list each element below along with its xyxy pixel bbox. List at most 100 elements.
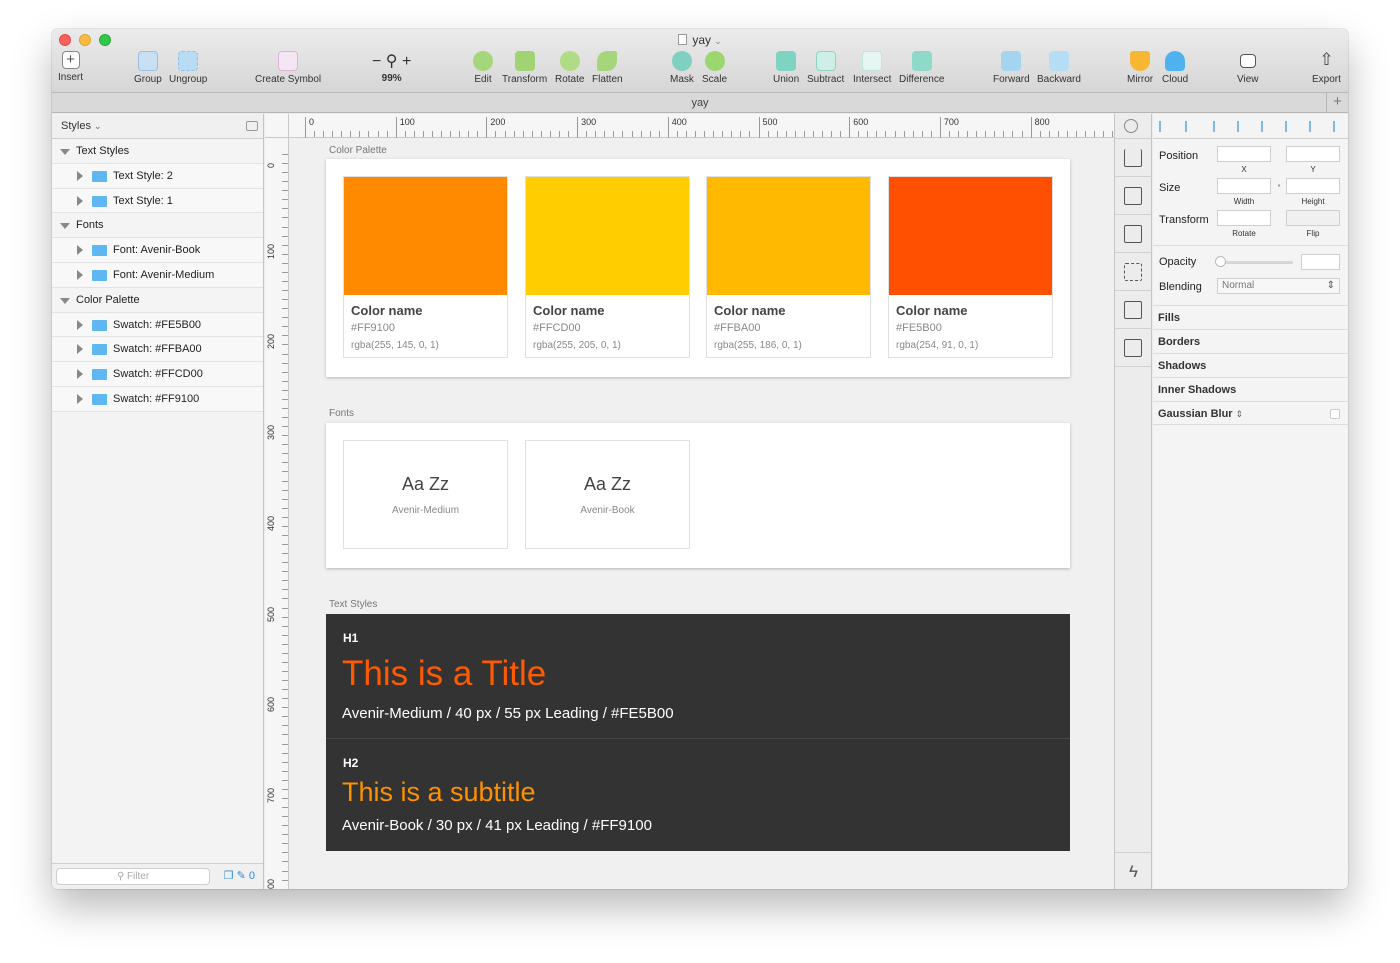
sidebar-header[interactable]: Styles ⌄ bbox=[52, 114, 263, 139]
mirror-button[interactable]: Mirror bbox=[1127, 51, 1153, 85]
swatch-card[interactable]: Color name #FF9100 rgba(255, 145, 0, 1) bbox=[343, 176, 508, 358]
align-left-icon[interactable] bbox=[1159, 121, 1170, 132]
ruler-tick bbox=[282, 680, 288, 682]
list-icon[interactable] bbox=[1115, 216, 1152, 253]
swatch-card[interactable]: Color name #FE5B00 rgba(254, 91, 0, 1) bbox=[888, 176, 1053, 358]
shadows-section[interactable]: Shadows bbox=[1153, 353, 1348, 377]
artboard-label-text-styles[interactable]: Text Styles bbox=[329, 599, 377, 610]
artboard-text-styles[interactable]: H1 This is a Title Avenir-Medium / 40 px… bbox=[326, 614, 1070, 851]
canvas[interactable]: 0 100 200 300 400 500 600 700 800 0 100 200 300 400 5… bbox=[265, 114, 1114, 889]
collapse-icon[interactable] bbox=[246, 121, 258, 131]
resize-icon[interactable] bbox=[1115, 292, 1152, 329]
opacity-slider-handle[interactable] bbox=[1215, 256, 1226, 267]
gaussian-blur-section[interactable]: Gaussian Blur ⇕ bbox=[1153, 401, 1348, 425]
group-button[interactable]: Group bbox=[134, 51, 162, 85]
mask-button[interactable]: Mask bbox=[670, 51, 694, 85]
edit-button[interactable]: Edit bbox=[473, 51, 493, 85]
sidebar-item[interactable]: Font: Avenir-Book bbox=[52, 238, 263, 263]
flatten-button[interactable]: Flatten bbox=[592, 51, 623, 85]
color-picker-icon[interactable] bbox=[1115, 114, 1152, 139]
artboard-color-palette[interactable]: Color name #FF9100 rgba(255, 145, 0, 1) … bbox=[326, 159, 1070, 377]
subtract-button[interactable]: Subtract bbox=[807, 51, 844, 85]
ruler-tick bbox=[558, 131, 560, 137]
filter-input[interactable]: ⚲ Filter bbox=[56, 868, 210, 885]
flip-buttons[interactable] bbox=[1286, 210, 1340, 226]
ruler-number: 200 bbox=[266, 334, 276, 350]
zoom-control[interactable]: − ⚲ + 99% bbox=[372, 53, 411, 84]
align-bottom-icon[interactable] bbox=[1285, 121, 1296, 132]
styles-sidebar: Styles ⌄ Text Styles Text Style: 2 Text … bbox=[52, 114, 264, 889]
grid-icon[interactable] bbox=[1115, 254, 1152, 291]
align-center-icon[interactable] bbox=[1185, 121, 1196, 132]
fills-section[interactable]: Fills bbox=[1153, 305, 1348, 329]
share-icon[interactable] bbox=[1115, 140, 1152, 177]
sidebar-group-color-palette[interactable]: Color Palette bbox=[52, 287, 263, 313]
y-field[interactable] bbox=[1286, 146, 1340, 162]
export-button[interactable]: ⇧ Export bbox=[1312, 51, 1341, 86]
height-field[interactable] bbox=[1286, 178, 1340, 194]
add-image-icon[interactable] bbox=[1115, 330, 1152, 367]
sidebar-group-fonts[interactable]: Fonts bbox=[52, 213, 263, 239]
width-field[interactable] bbox=[1217, 178, 1271, 194]
artboard-label-color-palette[interactable]: Color Palette bbox=[329, 145, 387, 156]
ruler-tick bbox=[1003, 131, 1005, 137]
opacity-field[interactable] bbox=[1301, 254, 1340, 270]
new-tab-button[interactable]: + bbox=[1326, 93, 1348, 112]
symbols-count[interactable]: ❐ ✎ 0 bbox=[224, 869, 255, 882]
layers-icon[interactable] bbox=[1115, 178, 1152, 215]
scale-button[interactable]: Scale bbox=[702, 51, 727, 85]
rotate-button[interactable]: Rotate bbox=[555, 51, 584, 85]
vertical-ruler[interactable]: 0 100 200 300 400 500 600 700 800 bbox=[265, 138, 289, 889]
blending-select[interactable]: Normal ⇕ bbox=[1217, 278, 1340, 294]
sidebar-item[interactable]: Swatch: #FE5B00 bbox=[52, 312, 263, 338]
view-button[interactable]: View bbox=[1237, 51, 1259, 85]
document-title[interactable]: yay ⌄ bbox=[52, 33, 1348, 47]
gaussian-blur-checkbox[interactable] bbox=[1330, 409, 1340, 419]
ruler-tick bbox=[885, 131, 887, 137]
align-right-icon[interactable] bbox=[1261, 121, 1272, 132]
artboard-fonts[interactable]: Aa Zz Avenir-Medium Aa Zz Avenir-Book bbox=[326, 423, 1070, 568]
ruler-number: 0 bbox=[305, 117, 314, 138]
union-button[interactable]: Union bbox=[773, 51, 799, 85]
lightning-icon[interactable]: ϟ bbox=[1115, 852, 1152, 889]
ruler-tick bbox=[1103, 131, 1105, 137]
inner-shadows-section[interactable]: Inner Shadows bbox=[1153, 377, 1348, 401]
ruler-tick bbox=[921, 131, 923, 137]
cloud-button[interactable]: Cloud bbox=[1162, 51, 1188, 85]
transform-button[interactable]: Transform bbox=[502, 51, 547, 85]
ruler-tick bbox=[282, 181, 288, 183]
borders-section[interactable]: Borders bbox=[1153, 329, 1348, 353]
intersect-button[interactable]: Intersect bbox=[853, 51, 891, 85]
sidebar-item[interactable]: Text Style: 2 bbox=[52, 163, 263, 189]
backward-button[interactable]: Backward bbox=[1037, 51, 1081, 85]
create-symbol-button[interactable]: Create Symbol bbox=[255, 51, 321, 85]
ruler-tick bbox=[685, 131, 687, 137]
swatch-card[interactable]: Color name #FFBA00 rgba(255, 186, 0, 1) bbox=[706, 176, 871, 358]
opacity-slider[interactable] bbox=[1217, 261, 1293, 264]
ruler-tick bbox=[549, 131, 551, 137]
tab-yay[interactable]: yay bbox=[691, 97, 708, 109]
sidebar-item[interactable]: Text Style: 1 bbox=[52, 188, 263, 214]
x-field[interactable] bbox=[1217, 146, 1271, 162]
sidebar-item[interactable]: Swatch: #FFCD00 bbox=[52, 362, 263, 387]
ruler-tick bbox=[431, 131, 433, 137]
sidebar-group-text-styles[interactable]: Text Styles bbox=[52, 139, 263, 164]
align-top-icon[interactable] bbox=[1213, 121, 1224, 132]
swatch-card[interactable]: Color name #FFCD00 rgba(255, 205, 0, 1) bbox=[525, 176, 690, 358]
sidebar-item[interactable]: Swatch: #FFBA00 bbox=[52, 337, 263, 363]
difference-button[interactable]: Difference bbox=[899, 51, 944, 85]
rotate-field[interactable] bbox=[1217, 210, 1271, 226]
ungroup-button[interactable]: Ungroup bbox=[169, 51, 207, 85]
distribute-horizontal-icon[interactable] bbox=[1309, 121, 1320, 132]
sidebar-item[interactable]: Swatch: #FF9100 bbox=[52, 386, 263, 412]
artboard-label-fonts[interactable]: Fonts bbox=[329, 408, 354, 419]
distribute-vertical-icon[interactable] bbox=[1333, 121, 1344, 132]
horizontal-ruler[interactable]: 0 100 200 300 400 500 600 700 800 bbox=[289, 114, 1114, 138]
forward-button[interactable]: Forward bbox=[993, 51, 1030, 85]
align-middle-icon[interactable] bbox=[1237, 121, 1248, 132]
insert-button[interactable]: + Insert bbox=[58, 51, 83, 83]
sidebar-item[interactable]: Font: Avenir-Medium bbox=[52, 262, 263, 288]
font-card[interactable]: Aa Zz Avenir-Medium bbox=[343, 440, 508, 549]
font-card[interactable]: Aa Zz Avenir-Book bbox=[525, 440, 690, 549]
lock-icon[interactable]: ▪ bbox=[1274, 181, 1284, 190]
